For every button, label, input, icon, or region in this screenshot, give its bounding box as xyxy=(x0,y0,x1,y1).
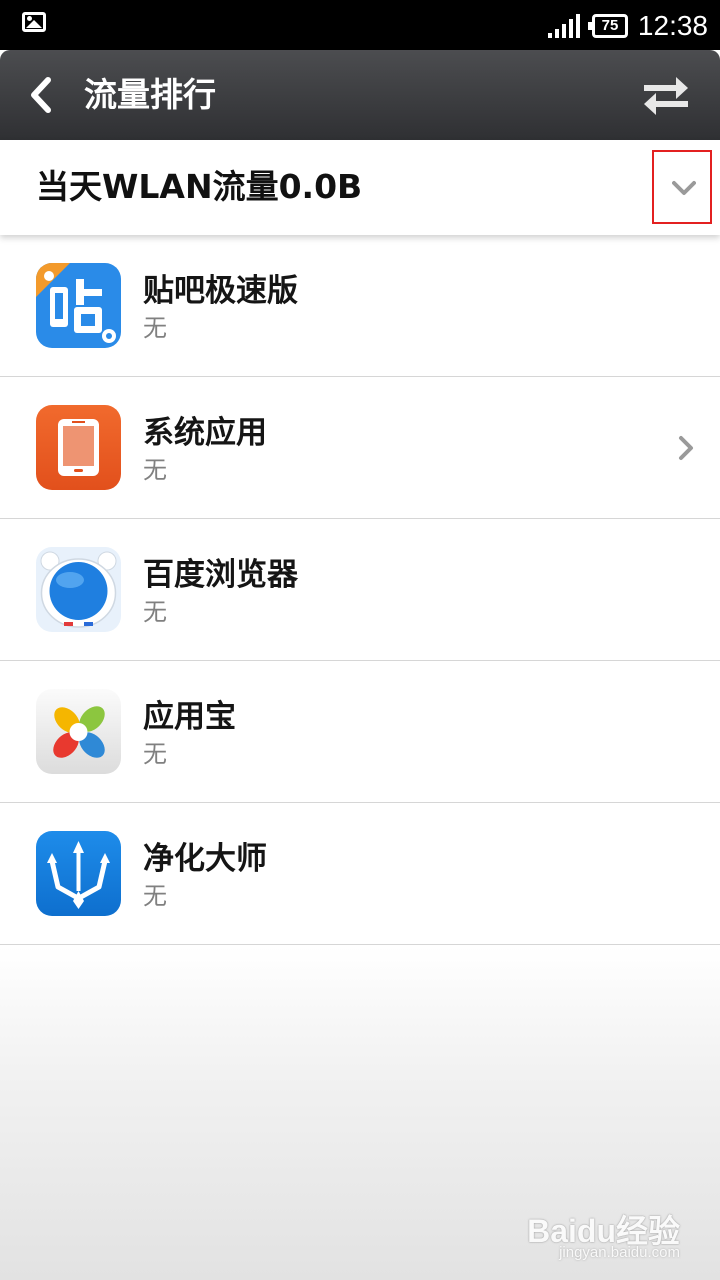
system-app-icon xyxy=(36,405,121,490)
jinghua-dashi-icon xyxy=(36,831,121,916)
app-name: 百度浏览器 xyxy=(143,557,298,593)
tieba-app-icon xyxy=(36,263,121,348)
list-item[interactable]: 系统应用 无 xyxy=(0,377,720,519)
list-item[interactable]: 应用宝 无 xyxy=(0,661,720,803)
signal-icon xyxy=(548,14,580,38)
baidu-browser-icon xyxy=(36,547,121,632)
app-name: 系统应用 xyxy=(143,415,267,451)
list-item[interactable]: 贴吧极速版 无 xyxy=(0,235,720,377)
summary-text: 当天WLAN流量0.0B xyxy=(36,167,363,206)
yingyongbao-icon xyxy=(36,689,121,774)
app-usage: 无 xyxy=(143,314,167,342)
dropdown-button[interactable] xyxy=(652,150,712,224)
app-list: 贴吧极速版 无 系统应用 无 百度浏览器 无 应用宝 无 净化大师 无 xyxy=(0,235,720,945)
watermark-url: jingyan.baidu.com xyxy=(559,1244,680,1261)
baidu-jingyan-watermark: Baidu经验 jingyan.baidu.com xyxy=(527,1206,680,1266)
app-usage: 无 xyxy=(143,882,167,910)
status-time: 12:38 xyxy=(637,10,708,41)
app-usage: 无 xyxy=(143,740,167,768)
chevron-down-icon xyxy=(672,181,696,195)
gallery-icon xyxy=(22,12,46,32)
app-usage: 无 xyxy=(143,598,167,626)
back-button[interactable] xyxy=(22,70,68,120)
wlan-usage-summary: 当天WLAN流量0.0B xyxy=(0,140,720,235)
swap-arrows-icon xyxy=(644,77,688,115)
app-name: 应用宝 xyxy=(143,699,236,735)
back-arrow-icon xyxy=(31,77,51,113)
battery-icon: 75 xyxy=(588,14,628,38)
list-item[interactable]: 百度浏览器 无 xyxy=(0,519,720,661)
status-bar: 75 12:38 xyxy=(0,0,720,50)
chevron-right-icon xyxy=(679,436,693,460)
swap-button[interactable] xyxy=(642,75,690,117)
page-title: 流量排行 xyxy=(84,75,216,114)
app-usage: 无 xyxy=(143,456,167,484)
app-name: 贴吧极速版 xyxy=(143,273,298,309)
action-bar: 流量排行 xyxy=(0,50,720,140)
list-item[interactable]: 净化大师 无 xyxy=(0,803,720,945)
app-name: 净化大师 xyxy=(143,841,267,877)
